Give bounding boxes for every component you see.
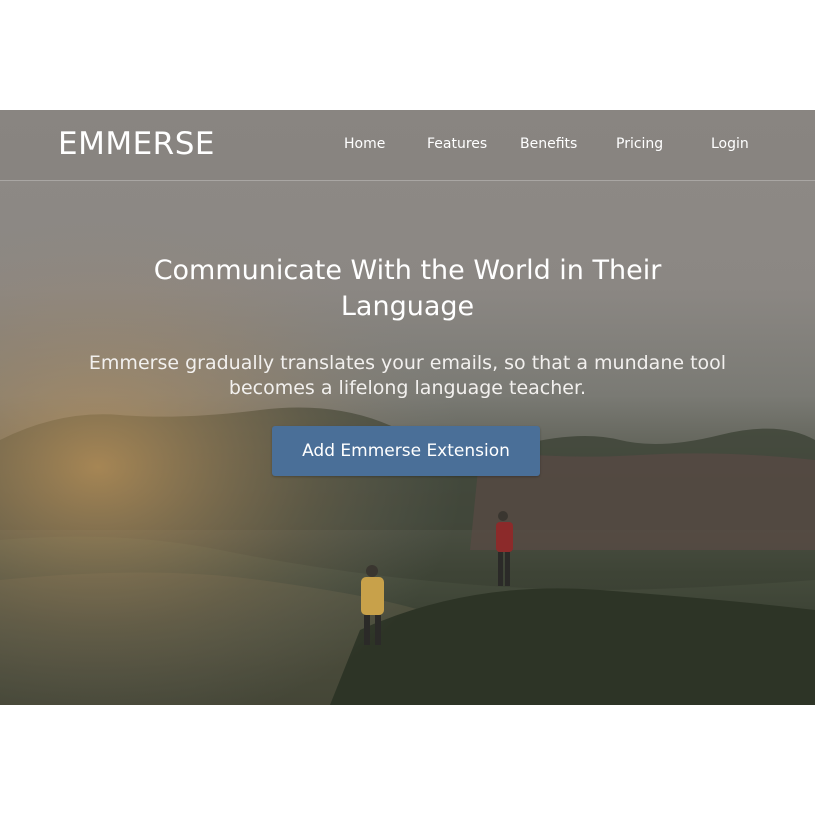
nav-link-home[interactable]: Home bbox=[344, 136, 385, 152]
hero-background-photo bbox=[0, 110, 815, 705]
hero-section: EMMERSE Home Features Benefits Pricing L… bbox=[0, 110, 815, 705]
nav-link-features[interactable]: Features bbox=[427, 136, 487, 152]
hero-title: Communicate With the World in Their Lang… bbox=[153, 255, 662, 322]
brand-logo[interactable]: EMMERSE bbox=[58, 126, 215, 162]
add-extension-button[interactable]: Add Emmerse Extension bbox=[272, 426, 540, 476]
nav-link-benefits[interactable]: Benefits bbox=[520, 136, 577, 152]
top-navbar: EMMERSE Home Features Benefits Pricing L… bbox=[0, 110, 815, 181]
hero-subtitle: Emmerse gradually translates your emails… bbox=[88, 352, 727, 399]
nav-link-login[interactable]: Login bbox=[711, 136, 749, 152]
nav-link-pricing[interactable]: Pricing bbox=[616, 136, 663, 152]
